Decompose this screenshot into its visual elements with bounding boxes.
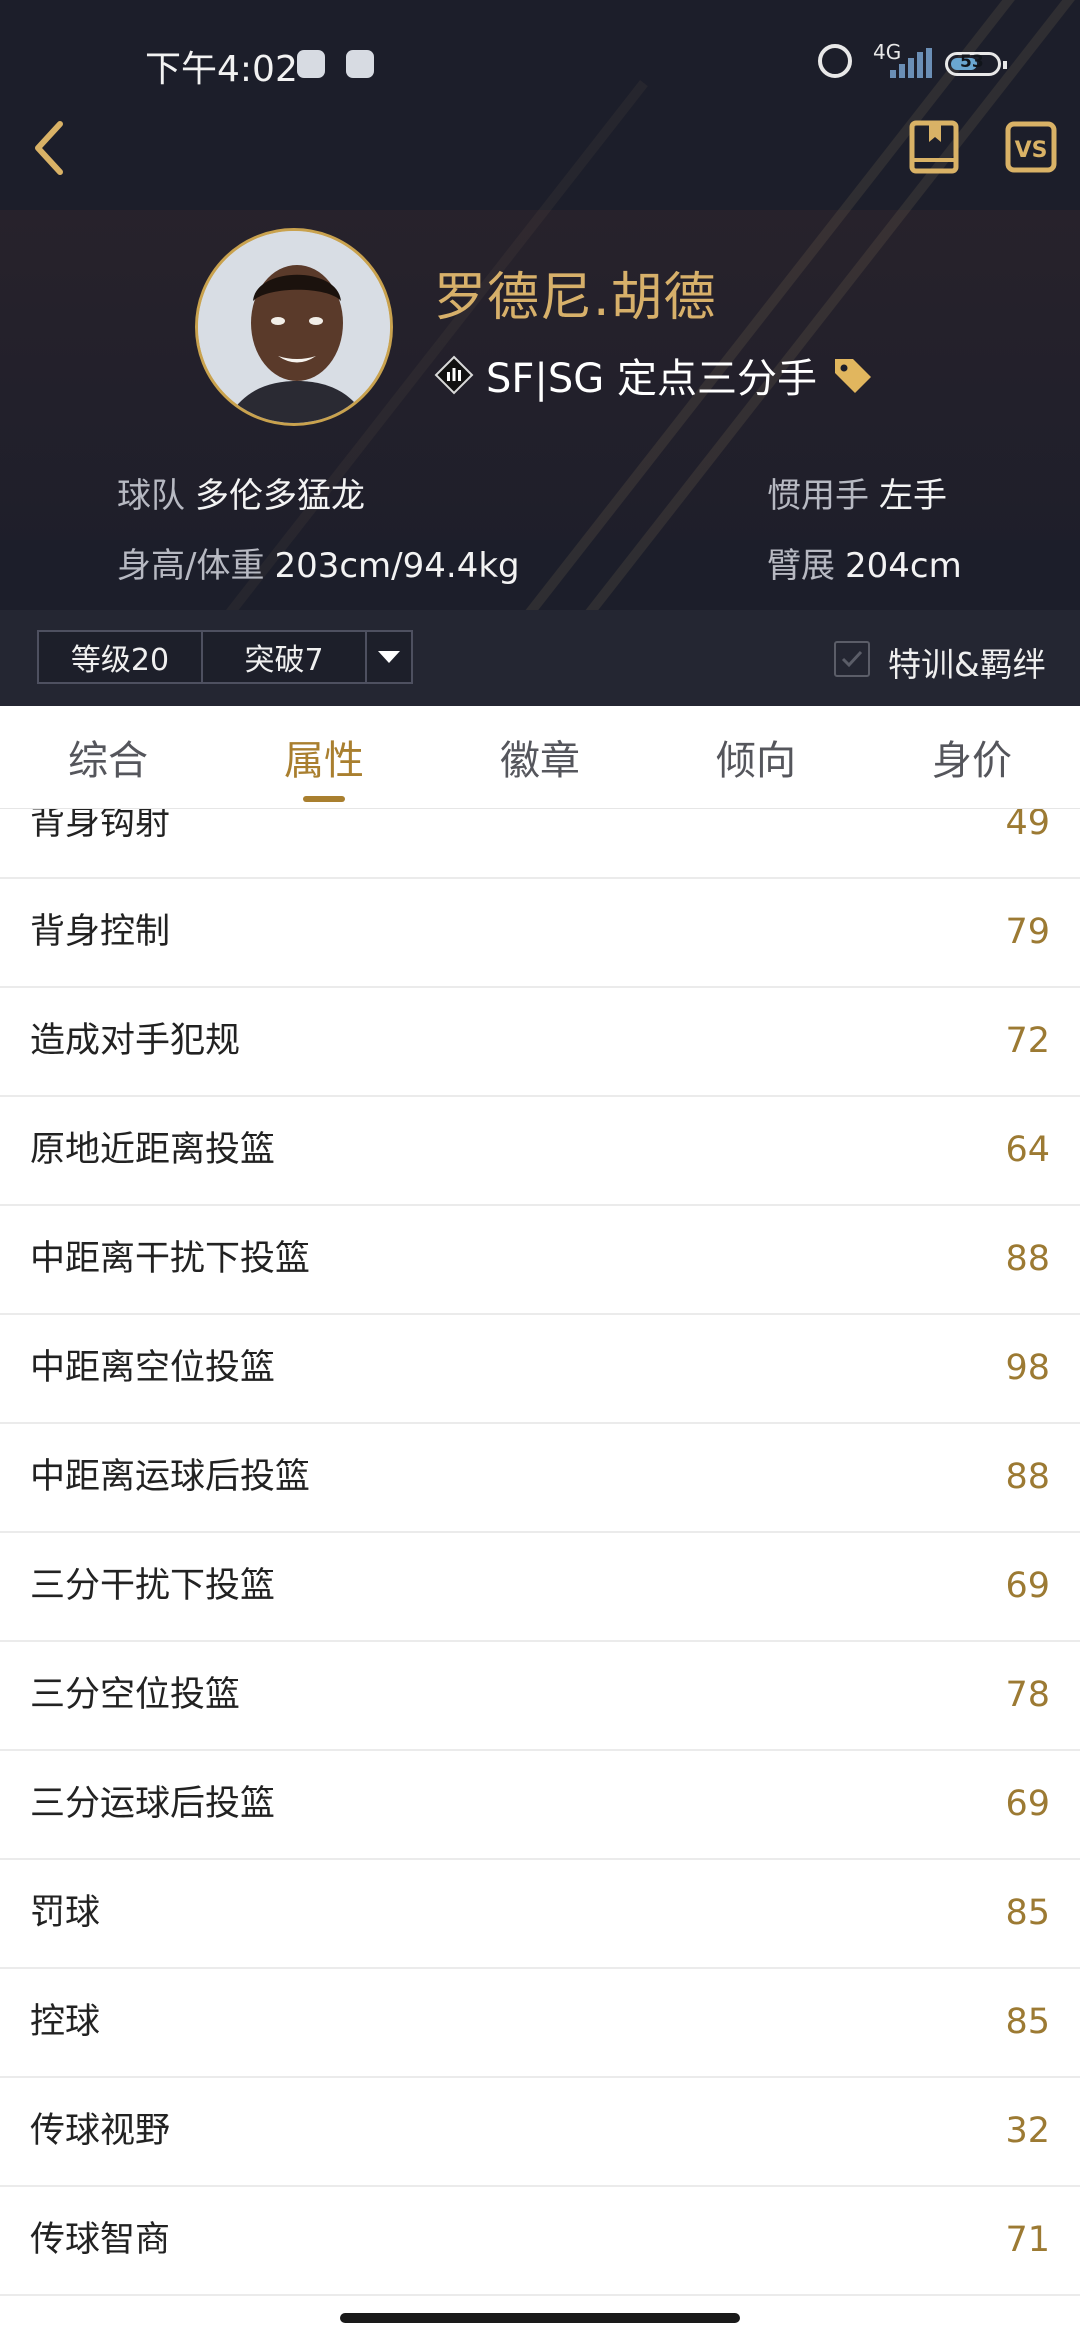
- player-position: SF|SG 定点三分手: [486, 356, 817, 402]
- training-bond-checkbox[interactable]: [834, 641, 870, 677]
- attribute-name: 造成对手犯规: [30, 1021, 241, 1061]
- tab-tendencies-label: 倾向: [716, 738, 796, 784]
- attribute-value: 85: [1005, 1893, 1050, 1933]
- training-bond-label[interactable]: 特训&羁绊: [888, 638, 1046, 686]
- break-selector[interactable]: 突破7: [201, 630, 367, 684]
- level-selector[interactable]: 等级20: [37, 630, 203, 684]
- vs-icon: VS: [1005, 121, 1057, 173]
- attribute-name: 三分运球后投篮: [30, 1784, 276, 1824]
- attribute-row: 背身控制 79: [0, 879, 1080, 988]
- attribute-value: 71: [1005, 2220, 1050, 2260]
- attribute-name: 原地近距离投篮: [30, 1130, 276, 1170]
- tab-value-label: 身价: [932, 738, 1012, 784]
- player-avatar: [195, 228, 393, 426]
- attribute-value: 49: [1005, 803, 1050, 843]
- signal-icon: [888, 48, 932, 78]
- attribute-row: 三分运球后投篮 69: [0, 1751, 1080, 1860]
- tab-attributes-label: 属性: [284, 738, 364, 784]
- attribute-value: 78: [1005, 1675, 1050, 1715]
- tag-icon[interactable]: [831, 355, 875, 395]
- tab-badges[interactable]: 徽章: [432, 706, 648, 808]
- svg-text:VS: VS: [1015, 138, 1048, 163]
- book-icon: [909, 120, 959, 174]
- height-weight-value: 203cm/94.4kg: [274, 546, 520, 586]
- battery-level: 53: [960, 52, 984, 72]
- tab-overview-label: 综合: [68, 738, 148, 784]
- attribute-value: 88: [1005, 1457, 1050, 1497]
- tab-bar: 综合 属性 徽章 倾向 身价: [0, 706, 1080, 809]
- status-time: 下午4:02: [145, 49, 298, 90]
- tab-attributes[interactable]: 属性: [216, 706, 432, 808]
- check-icon: [841, 650, 863, 668]
- team-info: 球队 多伦多猛龙: [117, 468, 365, 517]
- attribute-name: 中距离运球后投篮: [30, 1457, 311, 1497]
- alarm-icon: [818, 44, 852, 78]
- wingspan-value: 204cm: [845, 546, 962, 586]
- battery-icon: 53: [945, 52, 1007, 76]
- attribute-value: 64: [1005, 1130, 1050, 1170]
- attribute-value: 98: [1005, 1348, 1050, 1388]
- wingspan-label: 臂展: [767, 546, 835, 586]
- attribute-list[interactable]: 背身钩射 49 背身控制 79 造成对手犯规 72 原地近距离投篮 64 中距离干扰下投…: [0, 801, 1080, 2298]
- attribute-name: 传球智商: [30, 2220, 171, 2260]
- player-header: 下午4:02 4G 53 VS 罗德尼.胡德 SF|SG 定点三分手 球队 多伦…: [0, 0, 1080, 706]
- attribute-row: 传球视野 32: [0, 2078, 1080, 2187]
- diamond-rank-icon: [434, 355, 474, 395]
- back-arrow-icon: [35, 121, 63, 175]
- attribute-row: 三分空位投篮 78: [0, 1642, 1080, 1751]
- attribute-value: 85: [1005, 2002, 1050, 2042]
- chat-app-icon: [346, 50, 374, 78]
- attribute-row: 中距离运球后投篮 88: [0, 1424, 1080, 1533]
- hand-value: 左手: [879, 476, 947, 516]
- wingspan-info: 臂展 204cm: [767, 538, 962, 587]
- attribute-row: 传球智商 71: [0, 2187, 1080, 2296]
- attribute-name: 传球视野: [30, 2111, 171, 2151]
- height-weight-info: 身高/体重 203cm/94.4kg: [117, 538, 520, 587]
- status-bar: 下午4:02 4G 53: [0, 0, 1080, 120]
- attribute-value: 88: [1005, 1239, 1050, 1279]
- tab-badges-label: 徽章: [500, 738, 580, 784]
- attribute-row: 中距离干扰下投篮 88: [0, 1206, 1080, 1315]
- attribute-name: 中距离空位投篮: [30, 1348, 276, 1388]
- home-indicator[interactable]: [340, 2313, 740, 2323]
- tab-overview[interactable]: 综合: [0, 706, 216, 808]
- attribute-row: 罚球 85: [0, 1860, 1080, 1969]
- message-app-icon: [297, 50, 325, 78]
- attribute-value: 79: [1005, 912, 1050, 952]
- triangle-down-icon: [378, 651, 400, 663]
- dropdown-button[interactable]: [365, 630, 413, 684]
- attribute-row: 造成对手犯规 72: [0, 988, 1080, 1097]
- attribute-value: 69: [1005, 1784, 1050, 1824]
- attribute-name: 背身钩射: [30, 803, 171, 843]
- attribute-name: 背身控制: [30, 912, 171, 952]
- back-button[interactable]: [30, 118, 70, 178]
- attribute-value: 72: [1005, 1021, 1050, 1061]
- attribute-name: 三分干扰下投篮: [30, 1566, 276, 1606]
- attribute-row: 三分干扰下投篮 69: [0, 1533, 1080, 1642]
- attribute-name: 罚球: [30, 1893, 101, 1933]
- attribute-row: 原地近距离投篮 64: [0, 1097, 1080, 1206]
- attribute-value: 32: [1005, 2111, 1050, 2151]
- hand-info: 惯用手 左手: [767, 468, 947, 517]
- attribute-value: 69: [1005, 1566, 1050, 1606]
- active-tab-indicator: [303, 796, 345, 802]
- attribute-name: 控球: [30, 2002, 101, 2042]
- attribute-row: 中距离空位投篮 98: [0, 1315, 1080, 1424]
- player-name: 罗德尼.胡德: [434, 268, 717, 328]
- hand-label: 惯用手: [767, 476, 869, 516]
- tab-value[interactable]: 身价: [864, 706, 1080, 808]
- position-row: SF|SG 定点三分手: [434, 345, 875, 405]
- team-label: 球队: [117, 476, 185, 516]
- book-button[interactable]: [907, 118, 961, 176]
- tab-tendencies[interactable]: 倾向: [648, 706, 864, 808]
- attribute-name: 三分空位投篮: [30, 1675, 241, 1715]
- attribute-row: 控球 85: [0, 1969, 1080, 2078]
- team-value: 多伦多猛龙: [195, 476, 365, 516]
- height-weight-label: 身高/体重: [117, 546, 265, 586]
- vs-compare-button[interactable]: VS: [1004, 118, 1058, 176]
- attribute-name: 中距离干扰下投篮: [30, 1239, 311, 1279]
- attribute-row: 背身钩射 49: [0, 801, 1080, 879]
